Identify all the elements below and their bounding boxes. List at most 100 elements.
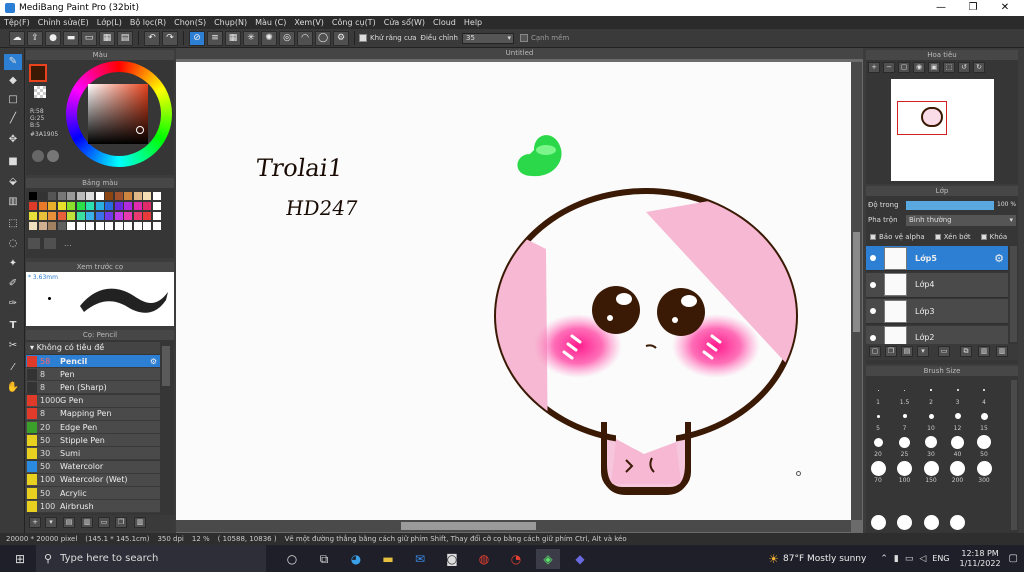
canvas-tab[interactable]: Untitled (176, 48, 863, 59)
horizontal-scrollbar[interactable] (176, 520, 851, 532)
brush-item[interactable]: 8 Pen (26, 368, 160, 382)
snap-grid-icon[interactable]: ▤ (117, 30, 133, 46)
redo-icon[interactable]: ↷ (162, 30, 178, 46)
palette-swatch[interactable] (124, 202, 132, 210)
soft-edge-checkbox[interactable] (520, 34, 528, 42)
brush-size-option[interactable] (870, 514, 886, 530)
horizontal-scroll-thumb[interactable] (401, 522, 536, 530)
zoom-reset-icon[interactable]: ◉ (913, 62, 925, 73)
brush-size-option[interactable] (897, 460, 912, 476)
gradient-tool-icon[interactable]: ▥ (4, 194, 22, 210)
fullscreen-icon[interactable]: ⬚ (943, 62, 955, 73)
brush-size-option[interactable] (977, 435, 991, 449)
palette-swatch[interactable] (95, 192, 104, 200)
minimize-button[interactable]: — (925, 0, 957, 16)
opacity-slider[interactable] (906, 201, 994, 210)
palette-swatch[interactable] (48, 222, 56, 230)
palette-swatch[interactable] (114, 192, 123, 200)
tray-chevron-icon[interactable]: ⌃ (880, 554, 888, 564)
background-color-swatch[interactable] (34, 86, 46, 98)
brush-size-option[interactable] (902, 414, 907, 418)
palette-swatch[interactable] (143, 192, 151, 200)
palette-swatch[interactable] (105, 212, 113, 220)
menu-file[interactable]: Tệp(F) (0, 18, 34, 27)
brush-size-option[interactable] (870, 460, 886, 476)
merge-layer-icon[interactable]: ⧉ (960, 346, 972, 357)
app-red-icon[interactable]: ◔ (504, 549, 528, 569)
snap-vanish-icon[interactable]: ✳ (243, 30, 259, 46)
layer-menu-icon[interactable]: ▾ (917, 346, 929, 357)
brush-size-option[interactable] (897, 514, 912, 530)
delete-brush-icon[interactable]: ▥ (134, 517, 146, 528)
palette-swatch[interactable] (38, 202, 47, 210)
divide-tool-icon[interactable]: ✂ (4, 338, 22, 354)
brush-item[interactable]: 50 Stipple Pen (26, 434, 160, 448)
volume-icon[interactable]: ◁ (919, 554, 926, 564)
palette-swatch[interactable] (67, 212, 75, 220)
move-tool-icon[interactable]: ✥ (4, 132, 22, 148)
palette-swatch[interactable] (29, 192, 37, 200)
canvas-paper[interactable]: Trolai1 HD247 (176, 62, 851, 520)
brush-size-option[interactable] (873, 437, 883, 447)
cloud-icon[interactable]: ☁ (9, 30, 25, 46)
language-indicator[interactable]: ENG (932, 554, 949, 563)
palette-swatch[interactable] (57, 222, 66, 230)
brush-size-option[interactable] (950, 514, 965, 530)
delete-palette-icon[interactable] (44, 238, 56, 249)
menu-cloud[interactable]: Cloud (429, 18, 460, 27)
eye-visibility-icon[interactable] (870, 255, 876, 261)
palette-swatch[interactable] (105, 222, 113, 230)
brush-size-scrollbar[interactable] (1011, 380, 1017, 530)
menu-window[interactable]: Cửa sổ(W) (380, 18, 429, 27)
palette-more[interactable]: ... (64, 239, 72, 248)
dot-tool-icon[interactable]: □ (4, 92, 22, 108)
hand-tool-icon[interactable]: ✋ (4, 380, 22, 396)
palette-swatch[interactable] (95, 222, 104, 230)
fit-screen-icon[interactable]: ▢ (898, 62, 910, 73)
layer-item[interactable]: Lớp4 (866, 272, 1008, 298)
snap-curve-icon[interactable]: ◠ (297, 30, 313, 46)
file-explorer-icon[interactable]: ▬ (376, 549, 400, 569)
palette-swatch[interactable] (86, 202, 94, 210)
delete-layer-icon[interactable]: ▥ (996, 346, 1008, 357)
color-picker-cursor[interactable] (136, 126, 144, 134)
menu-filter[interactable]: Bộ lọc(R) (126, 18, 170, 27)
layer-item[interactable]: Lớp5 ⚙ (866, 246, 1008, 271)
palette-swatch[interactable] (133, 192, 142, 200)
brush-size-option[interactable] (904, 389, 905, 391)
palette-swatch[interactable] (86, 192, 94, 200)
export-icon[interactable]: ⇪ (27, 30, 43, 46)
protect-alpha-checkbox[interactable] (870, 234, 876, 240)
palette-swatch[interactable] (133, 212, 142, 220)
add-brush-menu-icon[interactable]: ▾ (45, 517, 57, 528)
palette-swatch[interactable] (57, 192, 66, 200)
palette-swatch[interactable] (76, 222, 85, 230)
palette-swatch[interactable] (29, 202, 37, 210)
navigator-thumbnail[interactable] (891, 79, 994, 181)
network-icon[interactable]: ▭ (905, 554, 914, 564)
palette-swatch[interactable] (143, 202, 151, 210)
palette-swatch[interactable] (143, 212, 151, 220)
palette-swatch[interactable] (152, 202, 161, 210)
camera-icon[interactable]: ◙ (440, 549, 464, 569)
brush-item[interactable]: 100 Watercolor (Wet) (26, 473, 160, 487)
windows-start-icon[interactable]: ⊞ (8, 549, 32, 569)
brush-item[interactable]: 100 Airbrush (26, 500, 160, 514)
palette-swatch[interactable] (114, 212, 123, 220)
color-bar-mode-icon[interactable] (47, 150, 59, 162)
brush-size-option[interactable] (877, 389, 879, 391)
lasso-tool-icon[interactable]: ◌ (4, 236, 22, 252)
palette-swatch[interactable] (95, 202, 104, 210)
notification-icon[interactable]: ▢ (1009, 553, 1018, 564)
brush-tool-icon[interactable]: ✎ (4, 54, 22, 70)
undo-icon[interactable]: ↶ (144, 30, 160, 46)
zoom-in-icon[interactable]: + (868, 62, 880, 73)
palette-swatch[interactable] (95, 212, 104, 220)
layer-scrollbar[interactable] (1010, 246, 1017, 342)
brush-size-option[interactable] (976, 460, 992, 476)
snap-ellipse-icon[interactable]: ◯ (315, 30, 331, 46)
brush-list-scrollbar[interactable] (162, 346, 170, 386)
snap-off-icon[interactable]: ⊘ (189, 30, 205, 46)
brush-item[interactable]: 20 Edge Pen (26, 421, 160, 434)
zoom-out-icon[interactable]: − (883, 62, 895, 73)
